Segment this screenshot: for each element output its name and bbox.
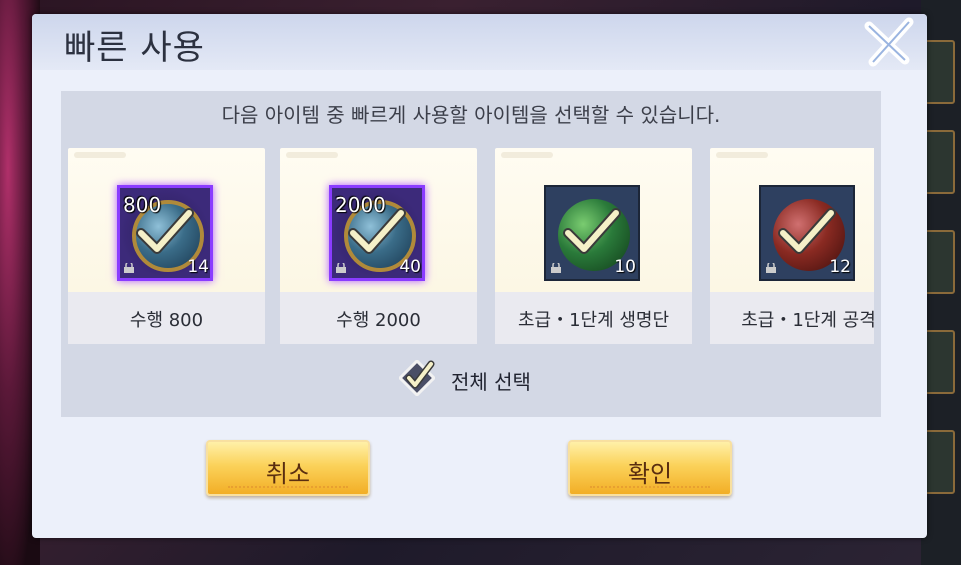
card-tab (501, 152, 553, 158)
item-name: 초급・1단계 생명단 (517, 310, 670, 331)
check-icon (136, 208, 194, 254)
close-icon[interactable] (861, 16, 917, 72)
item-card[interactable]: 12 초급・1단계 공격 (710, 148, 874, 344)
lock-icon (124, 263, 134, 273)
lock-icon (551, 263, 561, 273)
lock-icon (766, 263, 776, 273)
card-tab (716, 152, 768, 158)
card-tab (286, 152, 338, 158)
lock-icon (336, 263, 346, 273)
button-decoration (228, 482, 348, 488)
dialog-titlebar: 빠른 사용 (32, 14, 927, 70)
button-decoration (590, 482, 710, 488)
item-icon[interactable]: 10 (544, 185, 640, 281)
check-icon (563, 208, 621, 254)
confirm-button[interactable]: 확인 (568, 440, 732, 496)
cancel-button[interactable]: 취소 (206, 440, 370, 496)
check-icon (778, 208, 836, 254)
quick-use-dialog: 빠른 사용 다음 아이템 중 빠르게 사용할 아이템을 선택할 수 있습니다. … (32, 14, 927, 538)
select-all-checkbox[interactable] (399, 360, 435, 396)
item-count: 12 (829, 257, 851, 277)
dialog-title: 빠른 사용 (64, 28, 205, 68)
item-icon[interactable]: 12 (759, 185, 855, 281)
item-card[interactable]: 800 14 수행 800 (68, 148, 265, 344)
card-tab (74, 152, 126, 158)
select-all-label: 전체 선택 (451, 370, 531, 394)
item-name: 수행 800 (129, 310, 204, 331)
check-icon (348, 208, 406, 254)
item-card[interactable]: 2000 40 수행 2000 (280, 148, 477, 344)
item-name: 초급・1단계 공격 (741, 310, 874, 331)
item-count: 14 (187, 257, 209, 277)
item-icon[interactable]: 2000 40 (329, 185, 425, 281)
instruction-text: 다음 아이템 중 빠르게 사용할 아이템을 선택할 수 있습니다. (221, 103, 721, 127)
item-selection-panel: 다음 아이템 중 빠르게 사용할 아이템을 선택할 수 있습니다. 800 14… (61, 91, 881, 417)
item-icon[interactable]: 800 14 (117, 185, 213, 281)
item-list: 800 14 수행 800 2000 40 수행 2000 10 초급・1단계 … (68, 148, 874, 344)
item-count: 10 (614, 257, 636, 277)
background-inventory-strip (921, 0, 961, 565)
item-card[interactable]: 10 초급・1단계 생명단 (495, 148, 692, 344)
item-count: 40 (399, 257, 421, 277)
item-name: 수행 2000 (336, 310, 421, 331)
